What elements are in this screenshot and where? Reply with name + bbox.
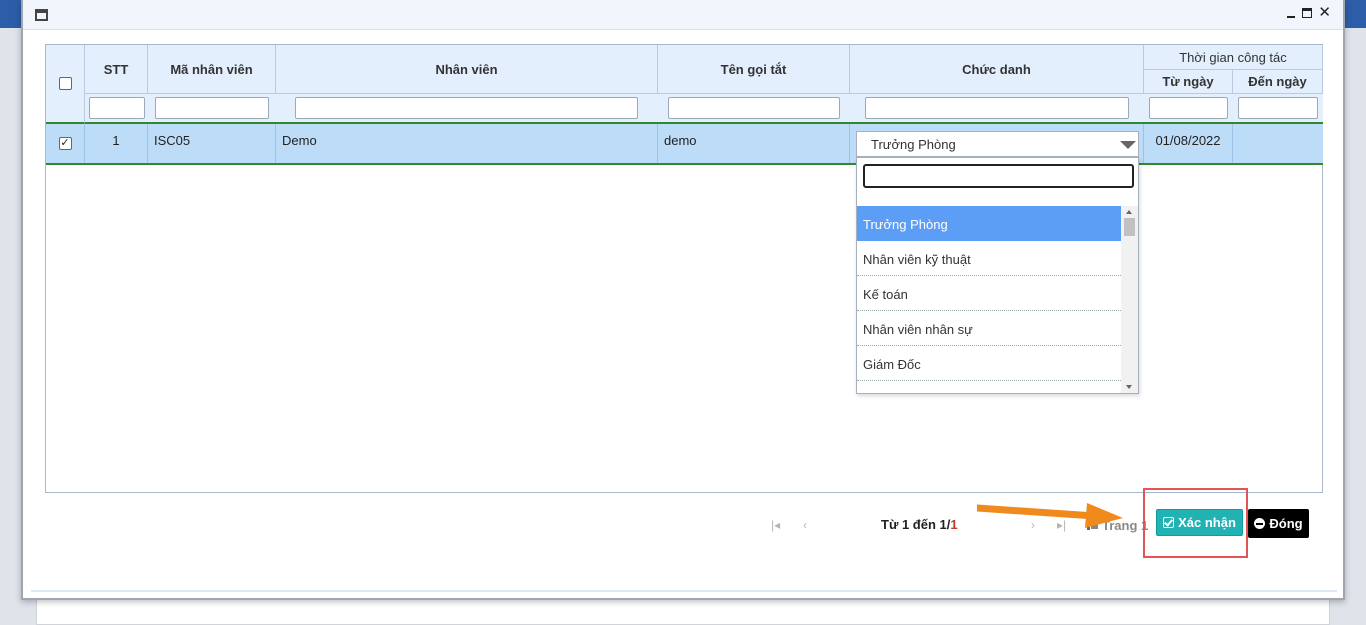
dropdown-option[interactable]: Kế toán — [857, 276, 1121, 311]
dialog-titlebar: ✕ — [23, 0, 1343, 30]
confirm-button-label: Xác nhận — [1178, 515, 1236, 530]
first-page-icon[interactable]: |◂ — [771, 518, 780, 532]
header-employee-code[interactable]: Mã nhân viên — [148, 45, 276, 94]
cell-to-date — [1233, 124, 1323, 163]
minimize-icon[interactable] — [1286, 7, 1296, 19]
dropdown-options-list: Trưởng Phòng Nhân viên kỹ thuật Kế toán … — [857, 206, 1121, 393]
filter-row — [85, 94, 1323, 124]
position-combobox-value: Trưởng Phòng — [871, 137, 956, 152]
header-work-time: Thời gian công tác — [1144, 45, 1323, 70]
background-header-left — [0, 0, 22, 28]
scroll-up-icon[interactable] — [1126, 210, 1132, 214]
cell-employee: Demo — [276, 124, 658, 163]
chevron-down-icon[interactable] — [1120, 141, 1136, 149]
header-stt[interactable]: STT — [85, 45, 148, 94]
filter-stt-input[interactable] — [89, 97, 145, 119]
row-checkbox[interactable]: ✓ — [58, 137, 72, 150]
dropdown-search-input[interactable] — [863, 164, 1134, 188]
header-short-name[interactable]: Tên gọi tắt — [658, 45, 850, 94]
dropdown-scrollbar[interactable] — [1121, 206, 1138, 393]
close-button-label: Đóng — [1269, 516, 1303, 531]
cell-employee-code: ISC05 — [148, 124, 276, 163]
filter-short-name-input[interactable] — [668, 97, 840, 119]
close-button[interactable]: Đóng — [1248, 509, 1309, 538]
dialog-content: STT Mã nhân viên Nhân viên Tên gọi tắt C… — [31, 30, 1337, 590]
pager-total: 1 — [950, 517, 958, 532]
employee-grid: STT Mã nhân viên Nhân viên Tên gọi tắt C… — [45, 44, 1323, 493]
annotation-arrow — [977, 503, 1123, 528]
pager-range: Từ 1 đến 1/1 — [881, 517, 958, 532]
close-icon[interactable]: ✕ — [1318, 5, 1331, 20]
filter-employee-input[interactable] — [295, 97, 638, 119]
dropdown-option[interactable]: Giám Đốc — [857, 346, 1121, 381]
header-position[interactable]: Chức danh — [850, 45, 1144, 94]
background-header-right — [1344, 0, 1366, 28]
background-page — [36, 598, 1330, 625]
dropdown-option[interactable]: Nhân viên nhân sự — [857, 311, 1121, 346]
filter-from-date-input[interactable] — [1149, 97, 1228, 119]
window-icon — [35, 9, 48, 21]
filter-to-date-input[interactable] — [1238, 97, 1318, 119]
dialog-body: STT Mã nhân viên Nhân viên Tên gọi tắt C… — [31, 30, 1337, 592]
dropdown-option[interactable]: Nhân viên kỹ thuật — [857, 241, 1121, 276]
pager-range-text: Từ 1 đến 1/ — [881, 517, 951, 532]
row-checkbox-cell: ✓ — [46, 124, 85, 163]
select-all-checkbox[interactable] — [58, 77, 72, 90]
cell-short-name: demo — [658, 124, 850, 163]
employee-select-dialog: ✕ STT Mã nhân viên Nhân viên Tên gọi tắt… — [21, 0, 1345, 600]
window-controls: ✕ — [1286, 5, 1331, 20]
position-combobox[interactable]: Trưởng Phòng — [856, 131, 1139, 157]
header-employee[interactable]: Nhân viên — [276, 45, 658, 94]
minus-circle-icon — [1254, 518, 1266, 529]
cell-from-date: 01/08/2022 — [1144, 124, 1233, 163]
select-all-cell — [46, 45, 85, 124]
prev-page-icon[interactable]: ‹ — [803, 518, 807, 532]
position-dropdown: Trưởng Phòng Nhân viên kỹ thuật Kế toán … — [856, 157, 1139, 394]
confirm-button[interactable]: Xác nhận — [1156, 509, 1243, 536]
header-from-date[interactable]: Từ ngày — [1144, 70, 1233, 94]
cell-stt: 1 — [85, 124, 148, 163]
filter-employee-code-input[interactable] — [155, 97, 269, 119]
maximize-icon[interactable] — [1302, 8, 1313, 18]
filter-position-input[interactable] — [865, 97, 1129, 119]
scroll-down-icon[interactable] — [1126, 385, 1132, 389]
scrollbar-thumb[interactable] — [1124, 218, 1135, 236]
dropdown-option[interactable]: Trưởng Phòng — [857, 206, 1121, 241]
check-square-icon — [1163, 517, 1175, 528]
header-to-date[interactable]: Đến ngày — [1233, 70, 1323, 94]
